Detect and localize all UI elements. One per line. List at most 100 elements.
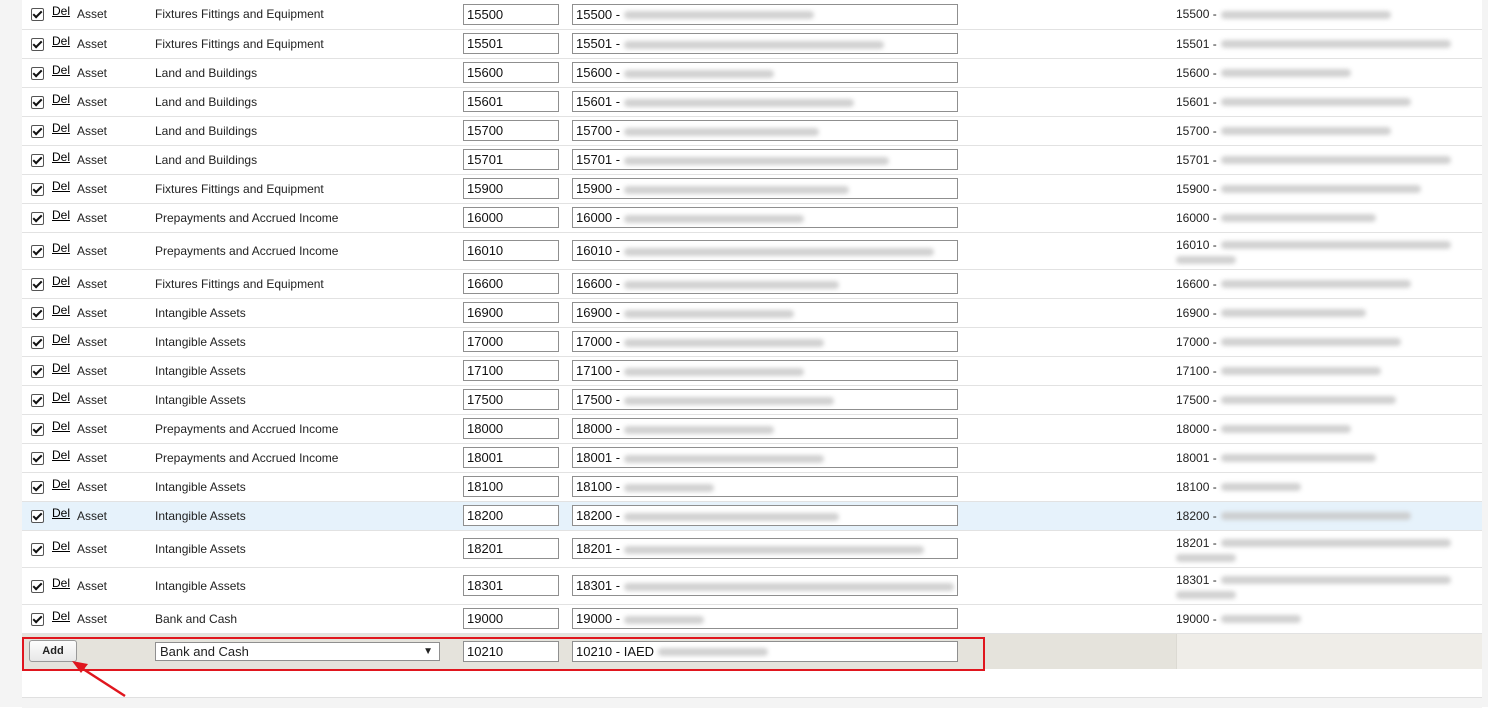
account-description-input[interactable]: 15900 - (572, 178, 958, 199)
select-cell (22, 145, 52, 175)
delete-link[interactable]: Del (52, 576, 70, 590)
row-checkbox[interactable] (30, 364, 44, 378)
redacted-text (1220, 615, 1301, 624)
row-checkbox[interactable] (30, 66, 44, 80)
delete-link[interactable]: Del (52, 92, 70, 106)
account-description-input[interactable]: 15601 - (572, 91, 958, 112)
account-code-input[interactable]: 15701 (463, 149, 559, 170)
account-code-input[interactable]: 15700 (463, 120, 559, 141)
row-checkbox[interactable] (30, 124, 44, 138)
account-description-input[interactable]: 15700 - (572, 120, 958, 141)
delete-link[interactable]: Del (52, 609, 70, 623)
account-code-input[interactable]: 18100 (463, 476, 559, 497)
row-checkbox[interactable] (30, 480, 44, 494)
account-description-input[interactable]: 18200 - (572, 505, 958, 526)
account-description-input[interactable]: 17100 - (572, 360, 958, 381)
account-description-input[interactable]: 15500 - (572, 3, 958, 25)
row-checkbox[interactable] (30, 37, 44, 51)
delete-link[interactable]: Del (52, 179, 70, 193)
category-select[interactable]: Bank and Cash ▼ (155, 641, 440, 661)
preview-prefix: 18100 - (1176, 479, 1217, 494)
row-checkbox[interactable] (30, 182, 44, 196)
row-checkbox[interactable] (30, 211, 44, 225)
delete-link[interactable]: Del (52, 208, 70, 222)
account-description-input[interactable]: 16900 - (572, 302, 958, 323)
delete-link[interactable]: Del (52, 361, 70, 375)
account-code-input[interactable]: 17000 (463, 331, 559, 352)
row-checkbox[interactable] (30, 612, 44, 626)
account-description-input[interactable]: 19000 - (572, 608, 958, 629)
account-description-input[interactable]: 17500 - (572, 389, 958, 410)
row-checkbox[interactable] (30, 542, 44, 556)
redacted-text (624, 98, 855, 107)
account-code-input[interactable]: 15601 (463, 91, 559, 112)
account-description-input[interactable]: 10210 - IAED (572, 640, 958, 662)
account-description-input[interactable]: 18001 - (572, 447, 958, 468)
account-description-input[interactable]: 18100 - (572, 476, 958, 497)
row-checkbox[interactable] (30, 393, 44, 407)
account-code-input[interactable]: 15900 (463, 178, 559, 199)
account-code-input[interactable]: 18200 (463, 505, 559, 526)
add-row: Add Bank and Cash ▼ 10210 10210 - IAED (22, 633, 1482, 669)
account-code-input[interactable]: 16900 (463, 302, 559, 323)
row-checkbox[interactable] (30, 422, 44, 436)
delete-link[interactable]: Del (52, 332, 70, 346)
account-code-input[interactable]: 17100 (463, 360, 559, 381)
account-description-input[interactable]: 16600 - (572, 273, 958, 294)
account-category: Fixtures Fittings and Equipment (155, 269, 463, 299)
account-description-input[interactable]: 15600 - (572, 62, 958, 83)
row-checkbox[interactable] (30, 451, 44, 465)
account-code-input[interactable]: 19000 (463, 608, 559, 629)
delete-link[interactable]: Del (52, 241, 70, 255)
delete-link[interactable]: Del (52, 448, 70, 462)
account-description-input[interactable]: 17000 - (572, 331, 958, 352)
delete-link[interactable]: Del (52, 539, 70, 553)
account-code-input[interactable]: 18001 (463, 447, 559, 468)
account-preview: 18001 - (1176, 443, 1482, 473)
row-checkbox[interactable] (30, 153, 44, 167)
account-description-input[interactable]: 15701 - (572, 149, 958, 170)
account-type: Asset (77, 414, 155, 444)
delete-link[interactable]: Del (52, 274, 70, 288)
account-description-input[interactable]: 16010 - (572, 240, 958, 261)
row-checkbox[interactable] (30, 335, 44, 349)
account-description-input[interactable]: 16000 - (572, 207, 958, 228)
row-checkbox[interactable] (30, 8, 44, 22)
add-button[interactable]: Add (29, 640, 77, 663)
account-description-input[interactable]: 18201 - (572, 538, 958, 559)
delete-link[interactable]: Del (52, 303, 70, 317)
add-row-desc-cell: 10210 - IAED (572, 633, 1176, 669)
delete-link[interactable]: Del (52, 4, 70, 18)
row-checkbox[interactable] (30, 509, 44, 523)
account-code-input[interactable]: 18201 (463, 538, 559, 559)
row-checkbox[interactable] (30, 95, 44, 109)
delete-link[interactable]: Del (52, 477, 70, 491)
delete-link[interactable]: Del (52, 150, 70, 164)
account-description-input[interactable]: 18000 - (572, 418, 958, 439)
delete-link[interactable]: Del (52, 419, 70, 433)
account-code-input[interactable]: 17500 (463, 389, 559, 410)
delete-link[interactable]: Del (52, 390, 70, 404)
delete-link[interactable]: Del (52, 506, 70, 520)
delete-link[interactable]: Del (52, 34, 70, 48)
delete-link[interactable]: Del (52, 121, 70, 135)
delete-link[interactable]: Del (52, 63, 70, 77)
account-code-input[interactable]: 16600 (463, 273, 559, 294)
row-checkbox[interactable] (30, 579, 44, 593)
row-checkbox[interactable] (30, 277, 44, 291)
account-description-input[interactable]: 15501 - (572, 33, 958, 54)
account-code-input[interactable]: 15600 (463, 62, 559, 83)
account-code-input[interactable]: 18301 (463, 575, 559, 596)
account-description-input[interactable]: 18301 - (572, 575, 958, 596)
redacted-text (624, 615, 705, 624)
row-checkbox[interactable] (30, 244, 44, 258)
account-type: Asset (77, 385, 155, 415)
account-code-input[interactable]: 10210 (463, 640, 559, 662)
row-checkbox[interactable] (30, 306, 44, 320)
account-code-input[interactable]: 15501 (463, 33, 559, 54)
account-code-input[interactable]: 18000 (463, 418, 559, 439)
account-code-input[interactable]: 16000 (463, 207, 559, 228)
account-code-input[interactable]: 15500 (463, 3, 559, 25)
account-code-input[interactable]: 16010 (463, 240, 559, 261)
redacted-text (624, 545, 925, 554)
